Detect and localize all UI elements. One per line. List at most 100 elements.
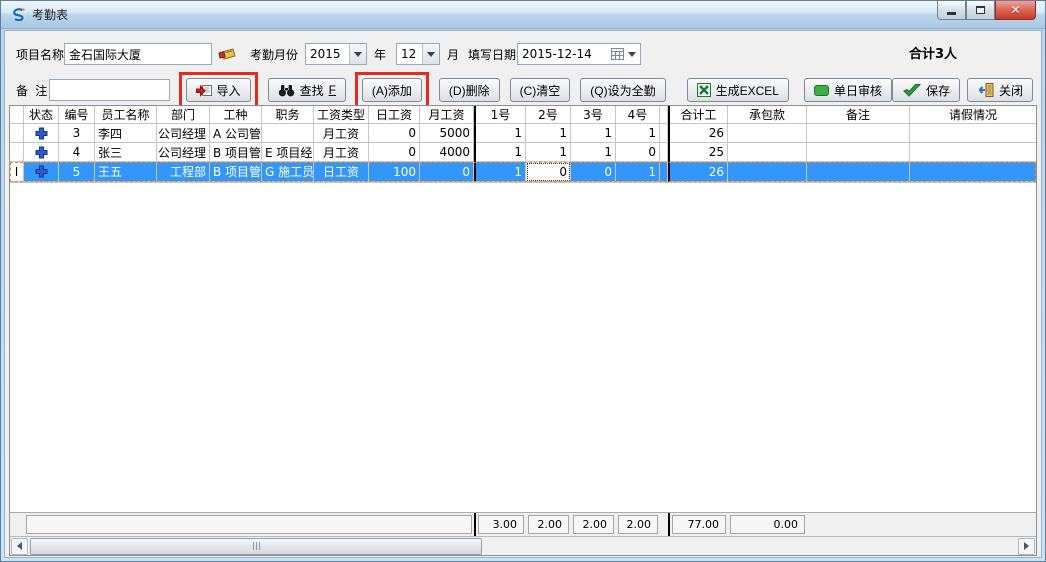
monthwage-cell[interactable]: 0 xyxy=(420,162,474,182)
binoculars-icon xyxy=(278,84,295,97)
import-button[interactable]: 导入 xyxy=(186,78,251,102)
id-cell[interactable]: 3 xyxy=(59,124,95,143)
contract-cell[interactable] xyxy=(728,143,807,162)
note-input[interactable] xyxy=(49,79,169,101)
column-header-wagetype[interactable]: 工资类型 xyxy=(314,106,369,124)
total-cell[interactable]: 26 xyxy=(670,162,728,182)
column-header-dept[interactable]: 部门 xyxy=(157,106,210,124)
add-button[interactable]: (A)添加 xyxy=(362,78,422,102)
project-name-input[interactable]: 金石国际大厦 xyxy=(64,43,212,65)
status-cell[interactable] xyxy=(24,143,59,162)
id-cell[interactable]: 5 xyxy=(59,162,95,182)
close-window-button[interactable]: ✕ xyxy=(995,1,1036,20)
status-cell[interactable] xyxy=(24,124,59,143)
find-button[interactable]: 查找F xyxy=(268,78,346,102)
monthwage-cell[interactable]: 4000 xyxy=(420,143,474,162)
calendar-icon[interactable] xyxy=(611,48,624,60)
year-select[interactable]: 2015 xyxy=(305,43,367,65)
contract-cell[interactable] xyxy=(728,124,807,143)
name-cell[interactable]: 李四 xyxy=(95,124,157,143)
worktype-cell[interactable]: A 公司管 xyxy=(210,124,262,143)
grid-header-row: 状态 编号 员工名称 部门 工种 职务 工资类型 日工资 月工资 1号 2号 3… xyxy=(10,106,1036,124)
summary-day3: 2.00 xyxy=(573,515,614,534)
monthwage-cell[interactable]: 5000 xyxy=(420,124,474,143)
month-select[interactable]: 12 xyxy=(396,43,440,65)
column-header-day2[interactable]: 2号 xyxy=(526,106,571,124)
note-cell[interactable] xyxy=(807,162,910,182)
note-cell[interactable] xyxy=(807,143,910,162)
day2-cell[interactable]: 1 xyxy=(526,124,571,143)
leave-cell[interactable] xyxy=(910,143,1036,162)
name-cell[interactable]: 张三 xyxy=(95,143,157,162)
column-header-status[interactable]: 状态 xyxy=(24,106,59,124)
note-cell[interactable] xyxy=(807,124,910,143)
triangle-left-icon xyxy=(17,542,22,550)
dept-cell[interactable]: 公司经理 xyxy=(157,143,210,162)
total-cell[interactable]: 25 xyxy=(670,143,728,162)
scrollbar-track[interactable] xyxy=(29,538,1017,555)
column-header-note[interactable]: 备注 xyxy=(807,106,910,124)
column-header-name[interactable]: 员工名称 xyxy=(95,106,157,124)
generate-excel-button[interactable]: 生成EXCEL xyxy=(687,78,789,102)
job-cell[interactable]: G 施工员 xyxy=(262,162,314,182)
day1-cell[interactable]: 1 xyxy=(476,162,526,182)
dept-cell[interactable]: 工程部 xyxy=(157,162,210,182)
column-header-total[interactable]: 合计工 xyxy=(670,106,728,124)
id-cell[interactable]: 4 xyxy=(59,143,95,162)
column-header-day3[interactable]: 3号 xyxy=(571,106,616,124)
job-cell[interactable] xyxy=(262,124,314,143)
column-header-id[interactable]: 编号 xyxy=(59,106,95,124)
day4-cell[interactable]: 0 xyxy=(616,143,660,162)
minimize-button[interactable] xyxy=(937,1,966,20)
day2-cell[interactable]: 1 xyxy=(526,143,571,162)
daywage-cell[interactable]: 0 xyxy=(369,143,420,162)
scroll-right-button[interactable] xyxy=(1018,538,1035,555)
column-header-monthwage[interactable]: 月工资 xyxy=(420,106,474,124)
leave-cell[interactable] xyxy=(910,162,1036,182)
day3-cell[interactable]: 1 xyxy=(571,124,616,143)
column-header-contract[interactable]: 承包款 xyxy=(728,106,807,124)
day2-cell-focused[interactable]: 0 xyxy=(526,162,571,182)
chevron-down-icon[interactable] xyxy=(349,44,366,64)
leave-cell[interactable] xyxy=(910,124,1036,143)
wagetype-cell[interactable]: 日工资 xyxy=(314,162,369,182)
chevron-down-icon[interactable] xyxy=(628,52,636,57)
wagetype-cell[interactable]: 月工资 xyxy=(314,143,369,162)
column-header-daywage[interactable]: 日工资 xyxy=(369,106,420,124)
day3-cell[interactable]: 1 xyxy=(571,143,616,162)
daywage-cell[interactable]: 100 xyxy=(369,162,420,182)
save-button[interactable]: 保存 xyxy=(892,78,960,102)
date-picker[interactable]: 2015-12-14 xyxy=(517,43,641,65)
column-header-job[interactable]: 职务 xyxy=(262,106,314,124)
day4-cell[interactable]: 1 xyxy=(616,124,660,143)
worktype-cell[interactable]: B 项目管 xyxy=(210,162,262,182)
dept-cell[interactable]: 公司经理 xyxy=(157,124,210,143)
scroll-left-button[interactable] xyxy=(11,538,28,555)
column-header-day1[interactable]: 1号 xyxy=(476,106,526,124)
lookup-icon[interactable] xyxy=(218,43,238,65)
column-header-day4[interactable]: 4号 xyxy=(616,106,660,124)
total-cell[interactable]: 26 xyxy=(670,124,728,143)
day4-cell[interactable]: 1 xyxy=(616,162,660,182)
scrollbar-thumb[interactable] xyxy=(30,538,482,555)
daywage-cell[interactable]: 0 xyxy=(369,124,420,143)
clear-button[interactable]: (C)清空 xyxy=(510,78,571,102)
set-full-attendance-button[interactable]: (Q)设为全勤 xyxy=(580,78,665,102)
day1-cell[interactable]: 1 xyxy=(476,143,526,162)
delete-button[interactable]: (D)删除 xyxy=(439,78,500,102)
maximize-button[interactable] xyxy=(966,1,995,20)
day1-cell[interactable]: 1 xyxy=(476,124,526,143)
column-header-leave[interactable]: 请假情况 xyxy=(910,106,1036,124)
day-audit-button[interactable]: 单日审核 xyxy=(804,78,892,102)
wagetype-cell[interactable]: 月工资 xyxy=(314,124,369,143)
close-button[interactable]: 关闭 xyxy=(967,78,1033,102)
name-cell[interactable]: 王五 xyxy=(95,162,157,182)
exit-door-icon xyxy=(977,83,994,97)
job-cell[interactable]: E 项目经 xyxy=(262,143,314,162)
worktype-cell[interactable]: B 项目管 xyxy=(210,143,262,162)
status-cell[interactable] xyxy=(24,162,59,182)
column-header-worktype[interactable]: 工种 xyxy=(210,106,262,124)
chevron-down-icon[interactable] xyxy=(422,44,439,64)
day3-cell[interactable]: 0 xyxy=(571,162,616,182)
contract-cell[interactable] xyxy=(728,162,807,182)
